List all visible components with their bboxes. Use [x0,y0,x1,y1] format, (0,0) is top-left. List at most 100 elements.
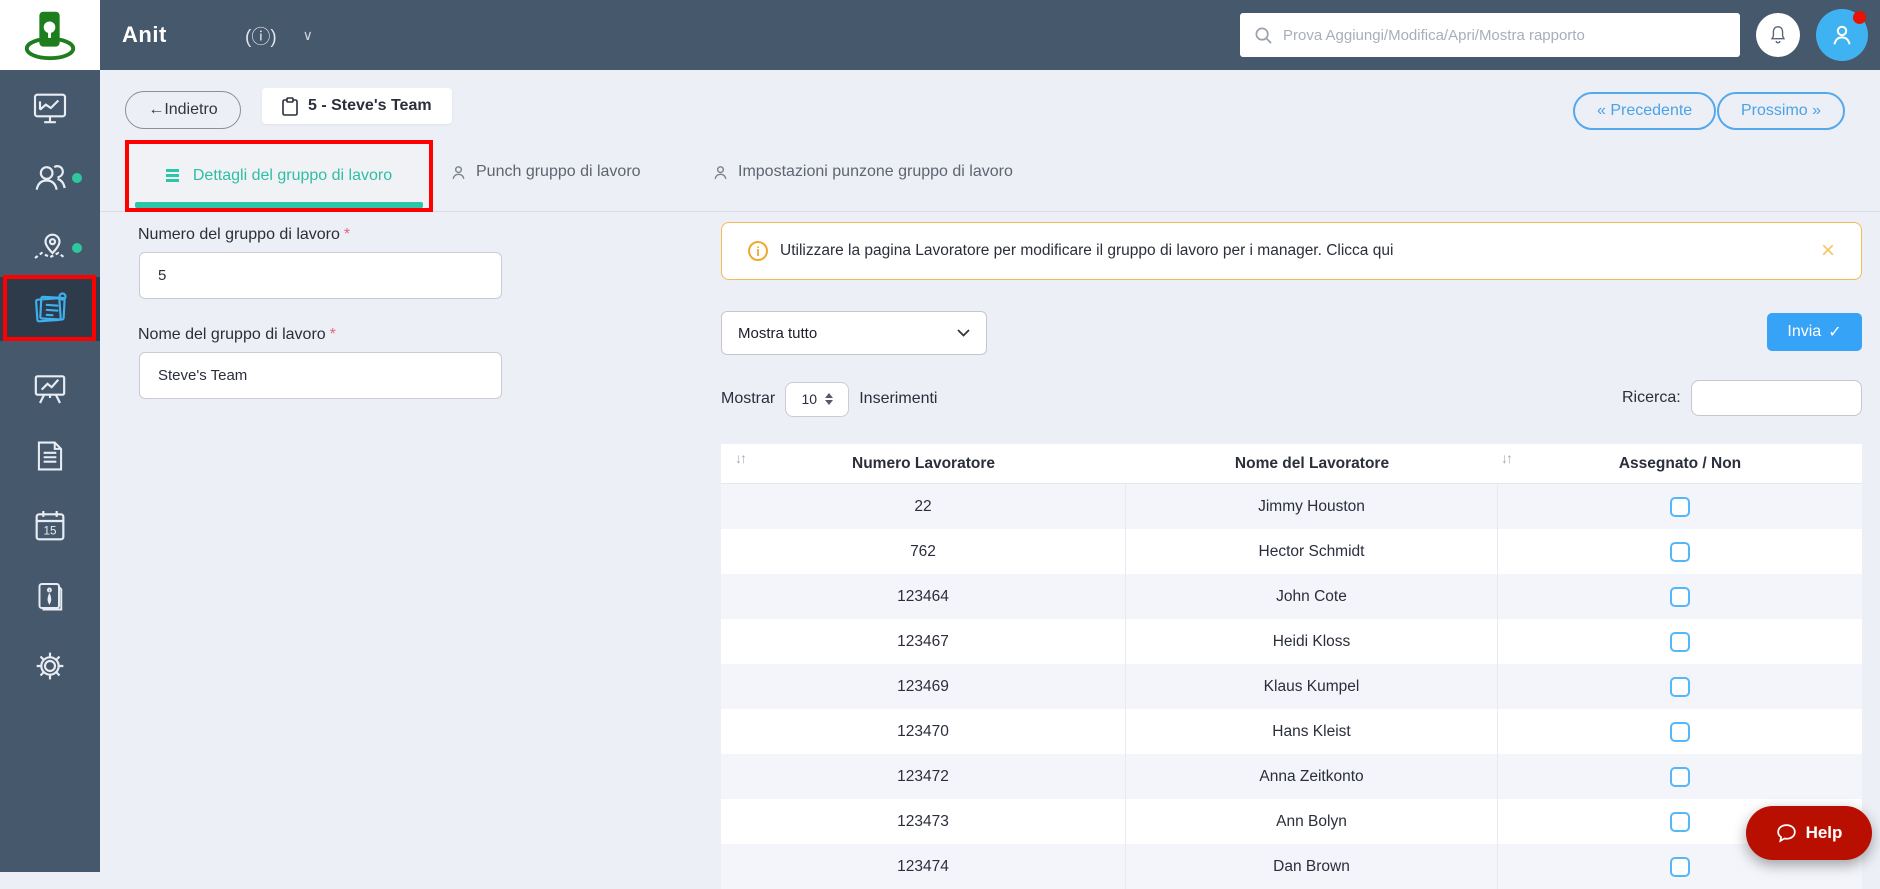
workers-table: ↓↑ Numero Lavoratore Nome del Lavoratore… [721,444,1862,889]
annotation-box-sidebar [3,275,96,341]
assigned-checkbox[interactable] [1670,721,1690,742]
app-logo[interactable] [0,0,100,70]
app-title: Anit [122,22,167,47]
table-search-input[interactable] [1690,380,1862,416]
assigned-checkbox[interactable] [1670,631,1690,652]
guide-book-icon [38,583,63,611]
table-row: 123467 Heidi Kloss [721,619,1862,664]
global-search [1240,13,1740,57]
tab-group-punch-settings[interactable]: Impostazioni punzone gruppo di lavoro [712,140,1013,204]
submit-button[interactable]: Invia ✓ [1767,313,1862,351]
team-chip-label: 5 - Steve's Team [308,97,432,114]
required-asterisk: * [329,326,336,343]
dashboard-monitor-icon [33,93,67,124]
worker-number-cell: 123472 [721,754,1126,799]
worker-name-cell: Ann Bolyn [1126,799,1498,844]
stepper-icon [825,393,834,405]
status-dot [72,243,82,253]
page-size-select[interactable]: 10 [785,381,850,417]
assigned-cell [1498,664,1862,709]
sort-icon[interactable]: ↓↑ [735,450,747,466]
assigned-cell [1498,709,1862,754]
users-icon [35,165,66,190]
worker-number-cell: 123474 [721,844,1126,889]
back-arrow-icon: ← [148,101,165,118]
assigned-checkbox[interactable] [1670,676,1690,697]
help-button[interactable]: Help [1746,806,1872,860]
sort-icon[interactable]: ↓↑ [1501,450,1513,466]
person-icon [714,165,727,179]
worker-number-cell: 123464 [721,574,1126,619]
search-input[interactable] [1283,26,1726,44]
required-asterisk: * [343,226,351,243]
worker-name-cell: John Cote [1126,574,1498,619]
sidebar-item-calendar[interactable]: 15 [0,498,100,554]
chevron-down-icon[interactable]: ∨ [303,27,313,44]
gear-icon [36,652,64,680]
assigned-cell [1498,754,1862,799]
main-content: ← Indietro 5 - Steve's Team « Precedente … [100,70,1880,889]
column-header-worker-name[interactable]: Nome del Lavoratore [1126,444,1498,483]
user-avatar[interactable] [1816,9,1868,61]
column-header-worker-number[interactable]: Numero Lavoratore [721,444,1126,483]
assigned-checkbox[interactable] [1670,856,1690,877]
sidebar-nav: 15 [0,70,100,872]
assigned-checkbox[interactable] [1670,811,1690,832]
next-button[interactable]: Prossimo » [1717,92,1846,130]
column-header-assigned[interactable]: Assegnato / Non [1498,444,1862,483]
alert-text: Utilizzare la pagina Lavoratore per modi… [780,242,1394,259]
search-icon [1255,27,1272,44]
svg-text:15: 15 [44,525,57,538]
tab-group-punch[interactable]: Punch gruppo di lavoro [450,140,641,204]
assigned-cell [1498,574,1862,619]
table-row: 123470 Hans Kleist [721,709,1862,754]
assigned-checkbox[interactable] [1670,541,1690,562]
chat-bubble-icon [1776,824,1796,843]
assigned-checkbox[interactable] [1670,496,1690,517]
active-tab-underline [135,202,423,208]
show-all-select[interactable]: Mostra tutto [721,311,987,355]
worker-name-cell: Klaus Kumpel [1126,664,1498,709]
worker-number-cell: 123470 [721,709,1126,754]
person-icon [452,165,465,179]
group-name-label: Nome del gruppo di lavoro * [138,326,336,343]
map-pin-icon [34,233,66,259]
info-alert: i Utilizzare la pagina Lavoratore per mo… [721,222,1862,280]
sidebar-item-workers[interactable] [0,150,100,206]
sidebar-item-guide[interactable] [0,568,100,624]
sidebar-item-documents[interactable] [0,428,100,484]
assigned-checkbox[interactable] [1670,586,1690,607]
person-icon [1833,25,1851,45]
group-name-field[interactable] [139,352,502,399]
tab-group-details[interactable]: Dettagli del gruppo di lavoro [129,144,429,208]
back-button[interactable]: ← Indietro [125,91,241,129]
document-icon [37,441,63,471]
notification-badge [1853,11,1866,24]
assigned-checkbox[interactable] [1670,766,1690,787]
entries-label: Inserimenti [859,390,938,407]
previous-button[interactable]: « Precedente [1573,92,1717,130]
team-chip[interactable]: 5 - Steve's Team [262,88,452,124]
submit-label: Invia [1787,323,1822,340]
table-row: 123472 Anna Zeitkonto [721,754,1862,799]
sidebar-item-dashboard[interactable] [0,80,100,136]
top-header: Anit (ⓘ) ∨ [0,0,1880,70]
table-row: 123464 John Cote [721,574,1862,619]
page-size-row: Mostrar 10 Inserimenti [721,381,937,417]
assigned-cell [1498,619,1862,664]
bell-icon [1770,26,1786,44]
close-icon[interactable]: × [1821,239,1835,263]
info-icon: i [748,241,768,261]
notifications-button[interactable] [1756,13,1800,57]
annotation-box-tab: Dettagli del gruppo di lavoro [125,140,433,212]
table-header: ↓↑ Numero Lavoratore Nome del Lavoratore… [721,444,1862,484]
table-body: 22 Jimmy Houston 762 Hector Schmidt 123464 Jo… [721,484,1862,889]
group-number-field[interactable] [139,252,502,299]
assigned-cell [1498,529,1862,574]
sidebar-item-settings[interactable] [0,638,100,694]
sidebar-item-map-tracking[interactable] [0,220,100,276]
worker-number-cell: 22 [721,484,1126,529]
sidebar-item-reports-board[interactable] [0,360,100,416]
table-row: 123473 Ann Bolyn [721,799,1862,844]
info-announce-icon[interactable]: (ⓘ) [245,22,277,49]
